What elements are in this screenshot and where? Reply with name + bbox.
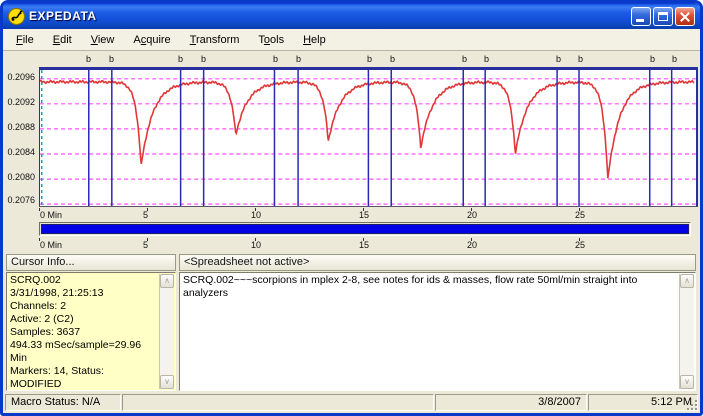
spreadsheet-panel: <Spreadsheet not active> SCRQ.002~~~scor… <box>179 254 696 391</box>
overview-range-bar[interactable] <box>41 224 689 234</box>
x-tick-label: 0 Min <box>40 240 62 250</box>
macro-status: Macro Status: N/A <box>5 394 121 411</box>
scroll-down-icon[interactable]: ∨ <box>160 375 174 389</box>
maximize-button[interactable] <box>653 7 673 26</box>
minimize-button[interactable] <box>631 7 651 26</box>
spreadsheet-body[interactable]: SCRQ.002~~~scorpions in mplex 2-8, see n… <box>179 272 696 391</box>
marker-b-label: b <box>556 54 561 64</box>
signal-plot[interactable] <box>39 67 698 207</box>
chart-area: bbbbbbbbbbbbbb 0.20960.20920.20880.20840… <box>3 52 700 254</box>
x-tick-label: 0 Min <box>40 210 62 220</box>
x-tick-label: 15 <box>359 210 369 220</box>
x-tick-label: 20 <box>467 210 477 220</box>
scroll-up-icon[interactable]: ∧ <box>160 274 174 288</box>
y-tick-label: 0.2096 <box>7 72 35 82</box>
y-tick-label: 0.2088 <box>7 122 35 132</box>
menu-item-tools[interactable]: Tools <box>251 32 291 48</box>
x-tick-label: 25 <box>575 210 585 220</box>
x-tick-label: 5 <box>143 240 148 250</box>
marker-b-label: b <box>109 54 114 64</box>
cursor-info-panel: Cursor Info... SCRQ.002 3/31/1998, 21:25… <box>6 254 176 391</box>
spreadsheet-scrollbar[interactable]: ∧ ∨ <box>679 274 694 389</box>
menu-item-acquire[interactable]: Acquire <box>126 32 177 48</box>
menu-item-file[interactable]: File <box>9 32 41 48</box>
x-tick-label: 5 <box>143 210 148 220</box>
x-tick-label: 20 <box>467 240 477 250</box>
status-bar: Macro Status: N/A 3/8/2007 5:12 PM <box>3 392 700 413</box>
spreadsheet-header[interactable]: <Spreadsheet not active> <box>179 254 696 271</box>
y-tick-label: 0.2092 <box>7 97 35 107</box>
cursor-info-body: SCRQ.002 3/31/1998, 21:25:13 Channels: 2… <box>6 272 176 391</box>
menu-item-transform[interactable]: Transform <box>183 32 247 48</box>
y-tick-label: 0.2076 <box>7 195 35 205</box>
menu-item-edit[interactable]: Edit <box>46 32 79 48</box>
marker-labels-row: bbbbbbbbbbbbbb <box>39 54 698 66</box>
maximize-icon <box>658 12 668 21</box>
close-button[interactable] <box>675 7 695 26</box>
marker-b-label: b <box>578 54 583 64</box>
status-spacer <box>122 394 434 411</box>
app-window: EXPEDATA File Edit ViewAcquire TransformToo… <box>0 0 703 416</box>
app-icon <box>8 8 25 25</box>
marker-b-label: b <box>462 54 467 64</box>
status-time: 5:12 PM <box>588 394 698 411</box>
scroll-up-icon[interactable]: ∧ <box>680 274 694 288</box>
x-tick-label: 10 <box>251 240 261 250</box>
y-tick-label: 0.2084 <box>7 147 35 157</box>
marker-b-label: b <box>296 54 301 64</box>
marker-b-label: b <box>86 54 91 64</box>
signal-trace <box>40 70 696 206</box>
marker-b-label: b <box>273 54 278 64</box>
y-axis-labels: 0.2096 0.2092 0.2088 0.2084 0.2080 0.2076 <box>3 67 37 207</box>
marker-b-label: b <box>367 54 372 64</box>
window-title: EXPEDATA <box>29 9 629 23</box>
menu-bar: File Edit ViewAcquire TransformTools Help <box>3 29 700 51</box>
lower-panels: Cursor Info... SCRQ.002 3/31/1998, 21:25… <box>3 254 700 391</box>
marker-b-label: b <box>650 54 655 64</box>
marker-b-label: b <box>201 54 206 64</box>
status-date: 3/8/2007 <box>435 394 587 411</box>
x-tick-label: 10 <box>251 210 261 220</box>
x-tick-label: 25 <box>575 240 585 250</box>
cursor-info-text: SCRQ.002 3/31/1998, 21:25:13 Channels: 2… <box>10 274 158 389</box>
menu-item-view[interactable]: View <box>84 32 122 48</box>
overview-scrollbar[interactable] <box>39 222 691 236</box>
marker-b-label: b <box>178 54 183 64</box>
x-axis-overview: 0 Min 5 10 15 20 25 <box>39 238 698 251</box>
x-tick-label: 15 <box>359 240 369 250</box>
title-bar[interactable]: EXPEDATA <box>3 3 700 29</box>
cursor-info-scrollbar[interactable]: ∧ ∨ <box>159 274 174 389</box>
menu-item-help[interactable]: Help <box>296 32 333 48</box>
marker-b-label: b <box>390 54 395 64</box>
scroll-down-icon[interactable]: ∨ <box>680 375 694 389</box>
marker-b-label: b <box>672 54 677 64</box>
x-axis-top: 0 Min 5 10 15 20 25 <box>39 208 698 221</box>
cursor-info-header[interactable]: Cursor Info... <box>6 254 176 271</box>
y-tick-label: 0.2080 <box>7 172 35 182</box>
marker-b-label: b <box>484 54 489 64</box>
resize-grip[interactable] <box>685 398 698 411</box>
spreadsheet-note[interactable]: SCRQ.002~~~scorpions in mplex 2-8, see n… <box>183 274 678 389</box>
minimize-icon <box>636 19 644 22</box>
